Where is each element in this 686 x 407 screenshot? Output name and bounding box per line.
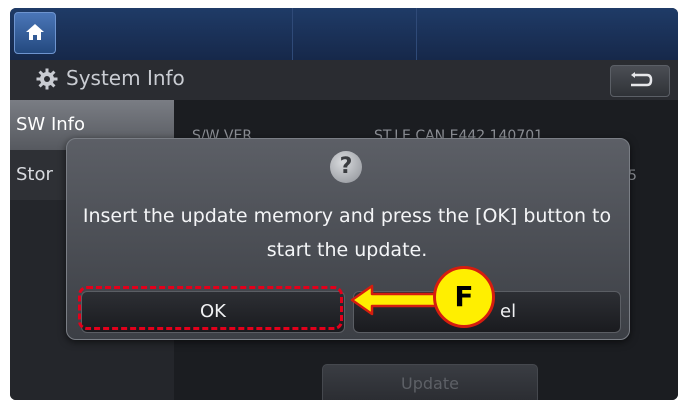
page-title: System Info <box>66 66 185 90</box>
question-icon: ? <box>330 151 362 183</box>
home-icon <box>26 24 44 40</box>
sidebar-item-label: Stor <box>16 164 53 185</box>
ok-highlight-box <box>78 286 343 330</box>
back-icon <box>631 72 653 87</box>
dialog-message: Insert the update memory and press the [… <box>82 205 612 261</box>
pointer-arrow-icon <box>350 284 440 316</box>
update-button[interactable]: Update <box>322 364 538 400</box>
gear-icon <box>36 68 58 90</box>
back-button[interactable] <box>610 65 670 97</box>
home-button[interactable] <box>14 12 56 54</box>
status-bar <box>10 8 678 60</box>
cancel-label: el <box>500 301 517 322</box>
step-badge: F <box>433 266 495 328</box>
sidebar-item-label: SW Info <box>16 114 86 135</box>
